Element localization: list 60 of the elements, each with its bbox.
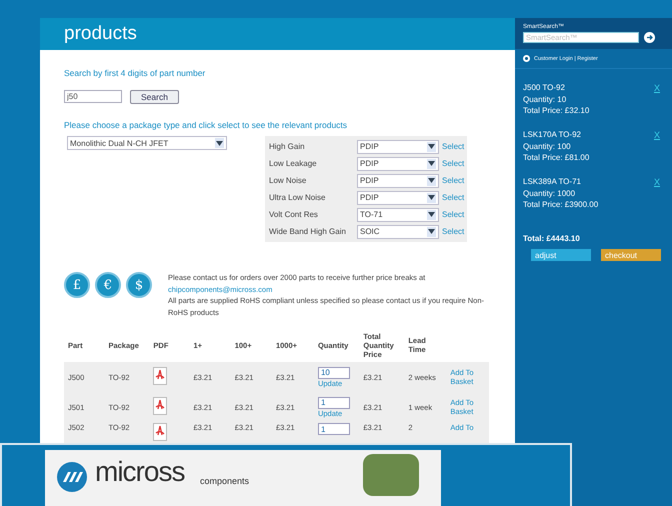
select-link[interactable]: Select: [442, 193, 464, 202]
brand-name: micross: [95, 456, 184, 488]
cart-item-quantity: Quantity: 100: [523, 142, 572, 150]
select-link[interactable]: Select: [442, 159, 464, 168]
currency-button[interactable]: €: [95, 272, 121, 298]
search-go-icon[interactable]: [644, 32, 655, 43]
package-dropdown[interactable]: TO-71: [357, 208, 439, 222]
package-dropdown[interactable]: PDIP: [357, 174, 439, 188]
cart-item-price: Total Price: £3900.00: [523, 200, 598, 209]
select-link[interactable]: Select: [442, 142, 464, 151]
dropdown-arrow-icon: [427, 158, 436, 168]
search-label: Search by first 4 digits of part number: [64, 68, 206, 78]
cart-item-name: LSK170A TO-92: [523, 130, 582, 139]
brand-subtitle: components: [200, 476, 250, 486]
cart-item-name: LSK389A TO-71: [523, 177, 582, 186]
dropdown-arrow-icon: [427, 142, 436, 152]
dropdown-arrow-icon: [427, 210, 436, 220]
pdf-icon[interactable]: [153, 367, 168, 385]
package-label: High Gain: [269, 142, 306, 151]
cart-item-quantity: Quantity: 10: [523, 94, 568, 104]
cart-item-quantity: Quantity: 1000: [523, 188, 576, 198]
cart-item-price: Total Price: £32.10: [523, 106, 590, 115]
pdf-icon[interactable]: [153, 423, 168, 441]
cart-total: Total: £4443.10: [523, 234, 581, 243]
package-label: Volt Cont Res: [269, 210, 319, 219]
select-link[interactable]: Select: [442, 210, 464, 219]
dropdown-arrow-icon: [427, 176, 436, 186]
pdf-icon[interactable]: [153, 397, 168, 415]
package-label: Low Leakage: [269, 159, 318, 168]
remove-link[interactable]: X: [654, 177, 660, 209]
page-title: products: [64, 23, 137, 45]
package-dropdown[interactable]: PDIP: [357, 156, 439, 170]
currency-button[interactable]: £: [64, 272, 90, 298]
adjust-button[interactable]: adjust: [531, 249, 591, 261]
currency-button[interactable]: $: [126, 272, 152, 298]
login-icon: [523, 55, 530, 62]
checkout-button[interactable]: checkout: [601, 249, 661, 261]
select-link[interactable]: Select: [442, 176, 464, 185]
remove-link[interactable]: X: [654, 83, 660, 115]
select-link[interactable]: Select: [442, 227, 464, 236]
cart-item-name: J500 TO-92: [523, 83, 566, 92]
package-label: Low Noise: [269, 176, 308, 185]
quantity-field[interactable]: 1: [318, 396, 350, 408]
package-prompt: Please choose a package type and click select to see the relevant products: [64, 120, 348, 130]
cart-item-price: Total Price: £81.00: [523, 153, 590, 162]
search-button[interactable]: Search: [130, 90, 179, 104]
remove-link[interactable]: X: [654, 130, 660, 162]
logo-icon: [57, 462, 87, 492]
package-dropdown[interactable]: PDIP: [357, 190, 439, 204]
package-label: Ultra Low Noise: [269, 193, 326, 202]
package-dropdown[interactable]: SOIC: [357, 224, 439, 238]
quantity-field[interactable]: 1: [318, 423, 350, 435]
family-dropdown[interactable]: Monolithic Dual N-CH JFET: [67, 136, 227, 150]
dropdown-arrow-icon: [215, 138, 224, 148]
package-label: Wide Band High Gain: [269, 227, 347, 236]
dropdown-arrow-icon: [427, 192, 436, 202]
part-search-field[interactable]: j50: [64, 90, 122, 103]
quantity-field[interactable]: 10: [318, 366, 350, 378]
package-dropdown[interactable]: PDIP: [357, 140, 439, 154]
dropdown-arrow-icon: [427, 226, 436, 236]
